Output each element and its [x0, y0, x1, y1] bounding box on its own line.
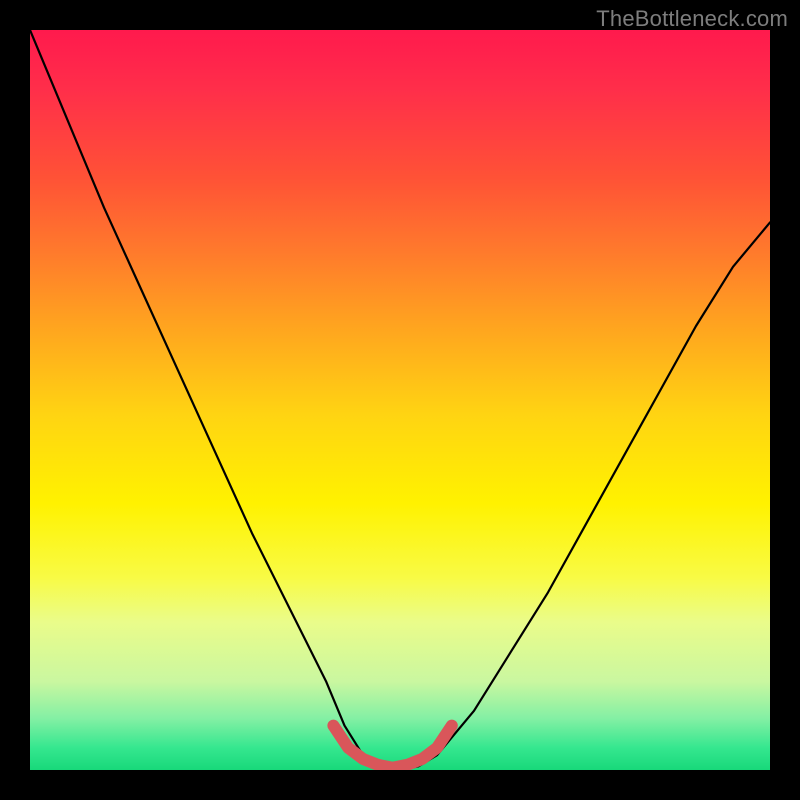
curve-layer: [30, 30, 770, 770]
plot-area: [30, 30, 770, 770]
highlight-segment: [333, 726, 451, 768]
watermark-text: TheBottleneck.com: [596, 6, 788, 32]
bottleneck-curve: [30, 30, 770, 770]
chart-stage: TheBottleneck.com: [0, 0, 800, 800]
